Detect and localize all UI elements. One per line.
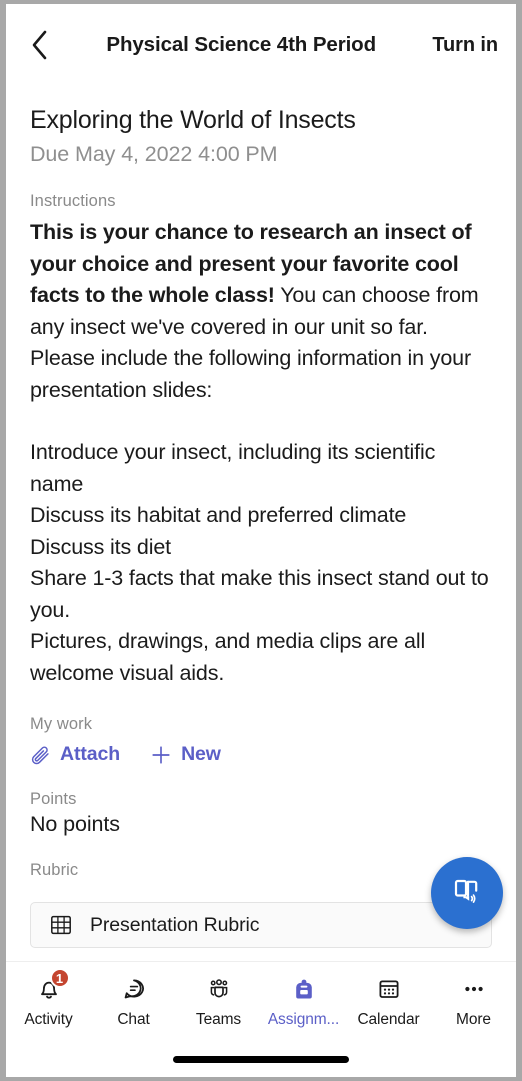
immersive-reader-button[interactable]: [431, 857, 503, 929]
app-window: Physical Science 4th Period Turn in Expl…: [6, 4, 516, 1077]
nav-item-teams[interactable]: Teams: [176, 974, 261, 1029]
immersive-reader-icon: [449, 873, 485, 914]
backpack-icon: [287, 974, 321, 1004]
back-button[interactable]: [20, 25, 60, 65]
new-button[interactable]: New: [150, 743, 221, 766]
plus-icon: [150, 744, 172, 766]
rubric-card[interactable]: Presentation Rubric: [30, 902, 492, 948]
instructions-body: This is your chance to research an insec…: [30, 217, 492, 689]
ellipsis-icon: [457, 974, 491, 1004]
points-label: Points: [30, 790, 77, 808]
teams-people-icon: [202, 974, 236, 1004]
assignment-due-date: Due May 4, 2022 4:00 PM: [30, 142, 278, 166]
nav-label-chat: Chat: [117, 1011, 150, 1028]
nav-label-assignments: Assignm...: [267, 1011, 340, 1028]
rubric-card-name: Presentation Rubric: [90, 913, 260, 936]
instructions-list-text: Introduce your insect, including its sci…: [30, 440, 489, 685]
nav-label-calendar: Calendar: [357, 1011, 420, 1028]
attach-label: Attach: [60, 743, 121, 765]
page-title: Physical Science 4th Period: [106, 33, 377, 56]
activity-badge: 1: [49, 968, 70, 988]
home-indicator: [173, 1056, 349, 1063]
points-value: No points: [30, 812, 120, 836]
nav-item-assignments[interactable]: Assignm...: [261, 974, 346, 1029]
assignment-title: Exploring the World of Insects: [30, 106, 356, 134]
instructions-label: Instructions: [30, 192, 116, 210]
paperclip-icon: [30, 744, 51, 765]
calendar-icon: [372, 974, 406, 1004]
new-label: New: [181, 743, 221, 765]
bell-icon: 1: [32, 968, 70, 1004]
chevron-left-icon: [30, 29, 50, 61]
nav-label-teams: Teams: [195, 1011, 242, 1028]
nav-item-chat[interactable]: Chat: [91, 974, 176, 1029]
nav-item-more[interactable]: More: [431, 974, 516, 1029]
app-header: Physical Science 4th Period Turn in: [6, 4, 516, 86]
attach-button[interactable]: Attach: [30, 743, 120, 766]
bottom-navigation-bar: 1 Activity Chat Teams Assignm... Calenda…: [6, 961, 516, 1077]
rubric-label: Rubric: [30, 861, 79, 879]
chat-bubble-icon: [117, 974, 151, 1004]
nav-item-activity[interactable]: 1 Activity: [6, 968, 91, 1029]
assignment-detail-scroll[interactable]: Exploring the World of Insects Due May 4…: [6, 86, 516, 961]
grid-table-icon: [49, 913, 73, 937]
my-work-actions: Attach New: [30, 743, 492, 766]
nav-label-more: More: [456, 1011, 491, 1028]
nav-item-calendar[interactable]: Calendar: [346, 974, 431, 1029]
turn-in-button[interactable]: Turn in: [418, 34, 500, 57]
my-work-label: My work: [30, 715, 93, 733]
nav-label-activity: Activity: [24, 1011, 73, 1028]
